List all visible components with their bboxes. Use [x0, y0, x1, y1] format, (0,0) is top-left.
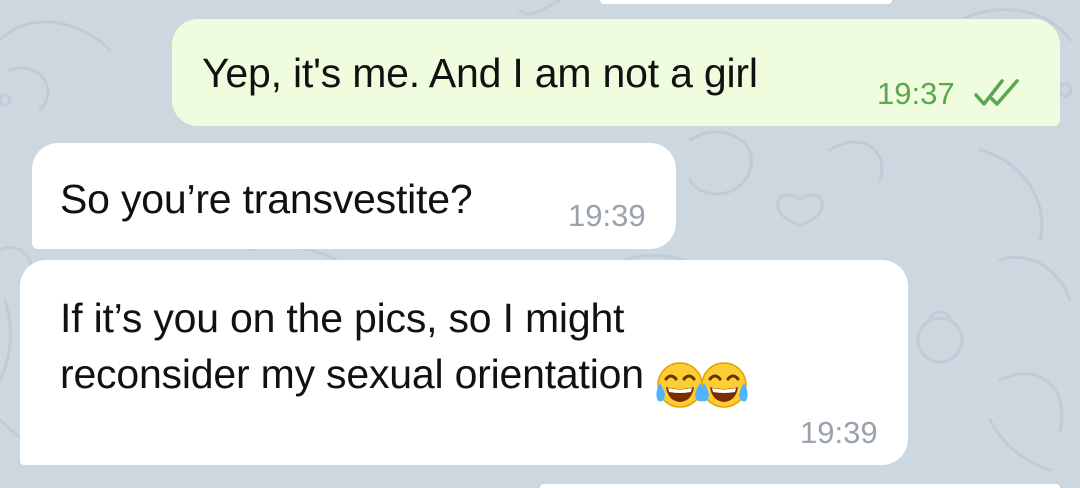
- message-text-line: If it’s you on the pics, so I might: [60, 295, 625, 341]
- outgoing-message-bubble[interactable]: Yep, it's me. And I am not a girl 19:37: [172, 19, 1060, 126]
- incoming-message-bubble[interactable]: So you’re transvestite? 19:39: [32, 143, 676, 249]
- message-time: 19:39: [800, 415, 878, 450]
- message-text-line: reconsider my sexual orientation: [60, 351, 644, 397]
- message-text: Yep, it's me. And I am not a girl: [202, 50, 758, 96]
- face-with-tears-of-joy-icon: [700, 362, 748, 408]
- message-time: 19:39: [568, 198, 646, 233]
- message-text-line-with-emoji: reconsider my sexual orientation: [60, 346, 748, 411]
- previous-message-bubble-edge: [600, 0, 892, 4]
- message-time: 19:37: [877, 76, 955, 111]
- next-message-bubble-edge: [540, 484, 1060, 488]
- emoji-group: [654, 354, 748, 411]
- message-text: So you’re transvestite?: [60, 176, 473, 222]
- incoming-message-bubble[interactable]: If it’s you on the pics, so I might reco…: [20, 260, 908, 465]
- double-check-icon: [974, 79, 1019, 106]
